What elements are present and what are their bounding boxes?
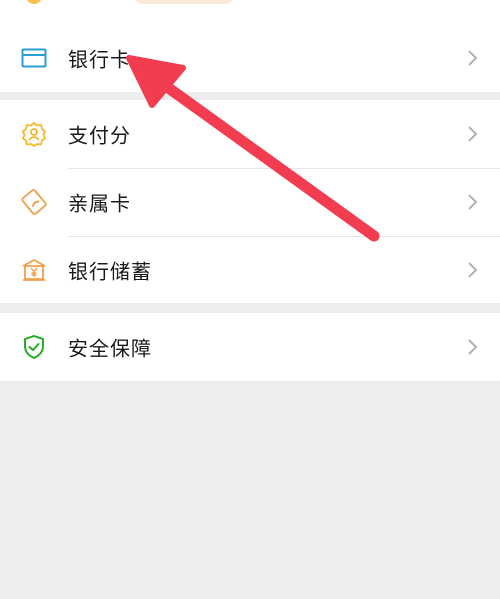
chevron-right-icon (468, 262, 478, 278)
menu-item-family-card[interactable]: 亲属卡 (0, 168, 500, 236)
wallet-screen: 银行卡 支付分 亲属卡 银行储蓄 安全保障 (0, 0, 500, 599)
menu-item-bank-savings[interactable]: 银行储蓄 (0, 236, 500, 304)
chevron-right-icon (468, 126, 478, 142)
menu-item-bank-card[interactable]: 银行卡 (0, 24, 500, 92)
menu-group-services: 支付分 亲属卡 银行储蓄 (0, 100, 500, 303)
menu-group-bank-card: 银行卡 (0, 24, 500, 92)
bank-card-icon (20, 44, 48, 72)
menu-item-label: 亲属卡 (68, 191, 131, 216)
shield-check-icon (20, 333, 48, 361)
bank-savings-icon (20, 256, 48, 284)
menu-item-label: 支付分 (68, 123, 131, 148)
partial-row-badge (135, 0, 233, 4)
menu-item-label: 安全保障 (68, 336, 152, 361)
payment-score-icon (20, 120, 48, 148)
chevron-right-icon (468, 194, 478, 210)
menu-item-payment-score[interactable]: 支付分 (0, 100, 500, 168)
chevron-right-icon (468, 339, 478, 355)
partial-row-icon (26, 0, 42, 4)
family-card-icon (20, 188, 48, 216)
chevron-right-icon (468, 50, 478, 66)
menu-item-security[interactable]: 安全保障 (0, 313, 500, 381)
menu-item-label: 银行卡 (68, 47, 131, 72)
menu-group-security: 安全保障 (0, 313, 500, 381)
partial-row-top[interactable] (0, 0, 500, 24)
menu-item-label: 银行储蓄 (68, 259, 152, 284)
